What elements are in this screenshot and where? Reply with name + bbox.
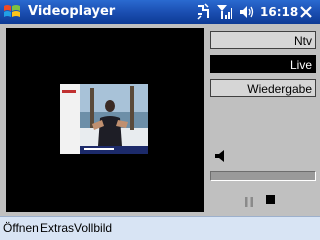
menu-item-fullscreen[interactable]: Vollbild [74,220,112,236]
close-icon[interactable] [296,2,316,22]
video-frame [60,84,148,154]
channel-wiedergabe[interactable]: Wiedergabe [210,79,316,97]
stop-icon[interactable] [266,195,275,204]
clock[interactable]: 16:18 [260,3,298,21]
windows-flag-icon[interactable] [2,2,22,22]
menu-bar: Öffnen Extras Vollbild [0,216,320,240]
signal-icon[interactable] [216,3,232,25]
video-display[interactable] [6,28,204,212]
player-area: Ntv Live Wiedergabe [0,24,320,216]
window-title: Videoplayer [28,4,116,19]
network-icon[interactable] [196,3,210,25]
volume-icon[interactable] [238,3,254,25]
pause-icon[interactable] [243,193,255,207]
title-bar: Videoplayer 16:18 [0,0,320,24]
progress-bar[interactable] [210,171,316,181]
channel-ntv[interactable]: Ntv [210,31,316,49]
menu-item-open[interactable]: Öffnen [3,220,39,236]
channel-live[interactable]: Live [210,55,316,73]
menu-item-extras[interactable]: Extras [40,220,74,236]
speaker-icon[interactable] [214,148,228,162]
